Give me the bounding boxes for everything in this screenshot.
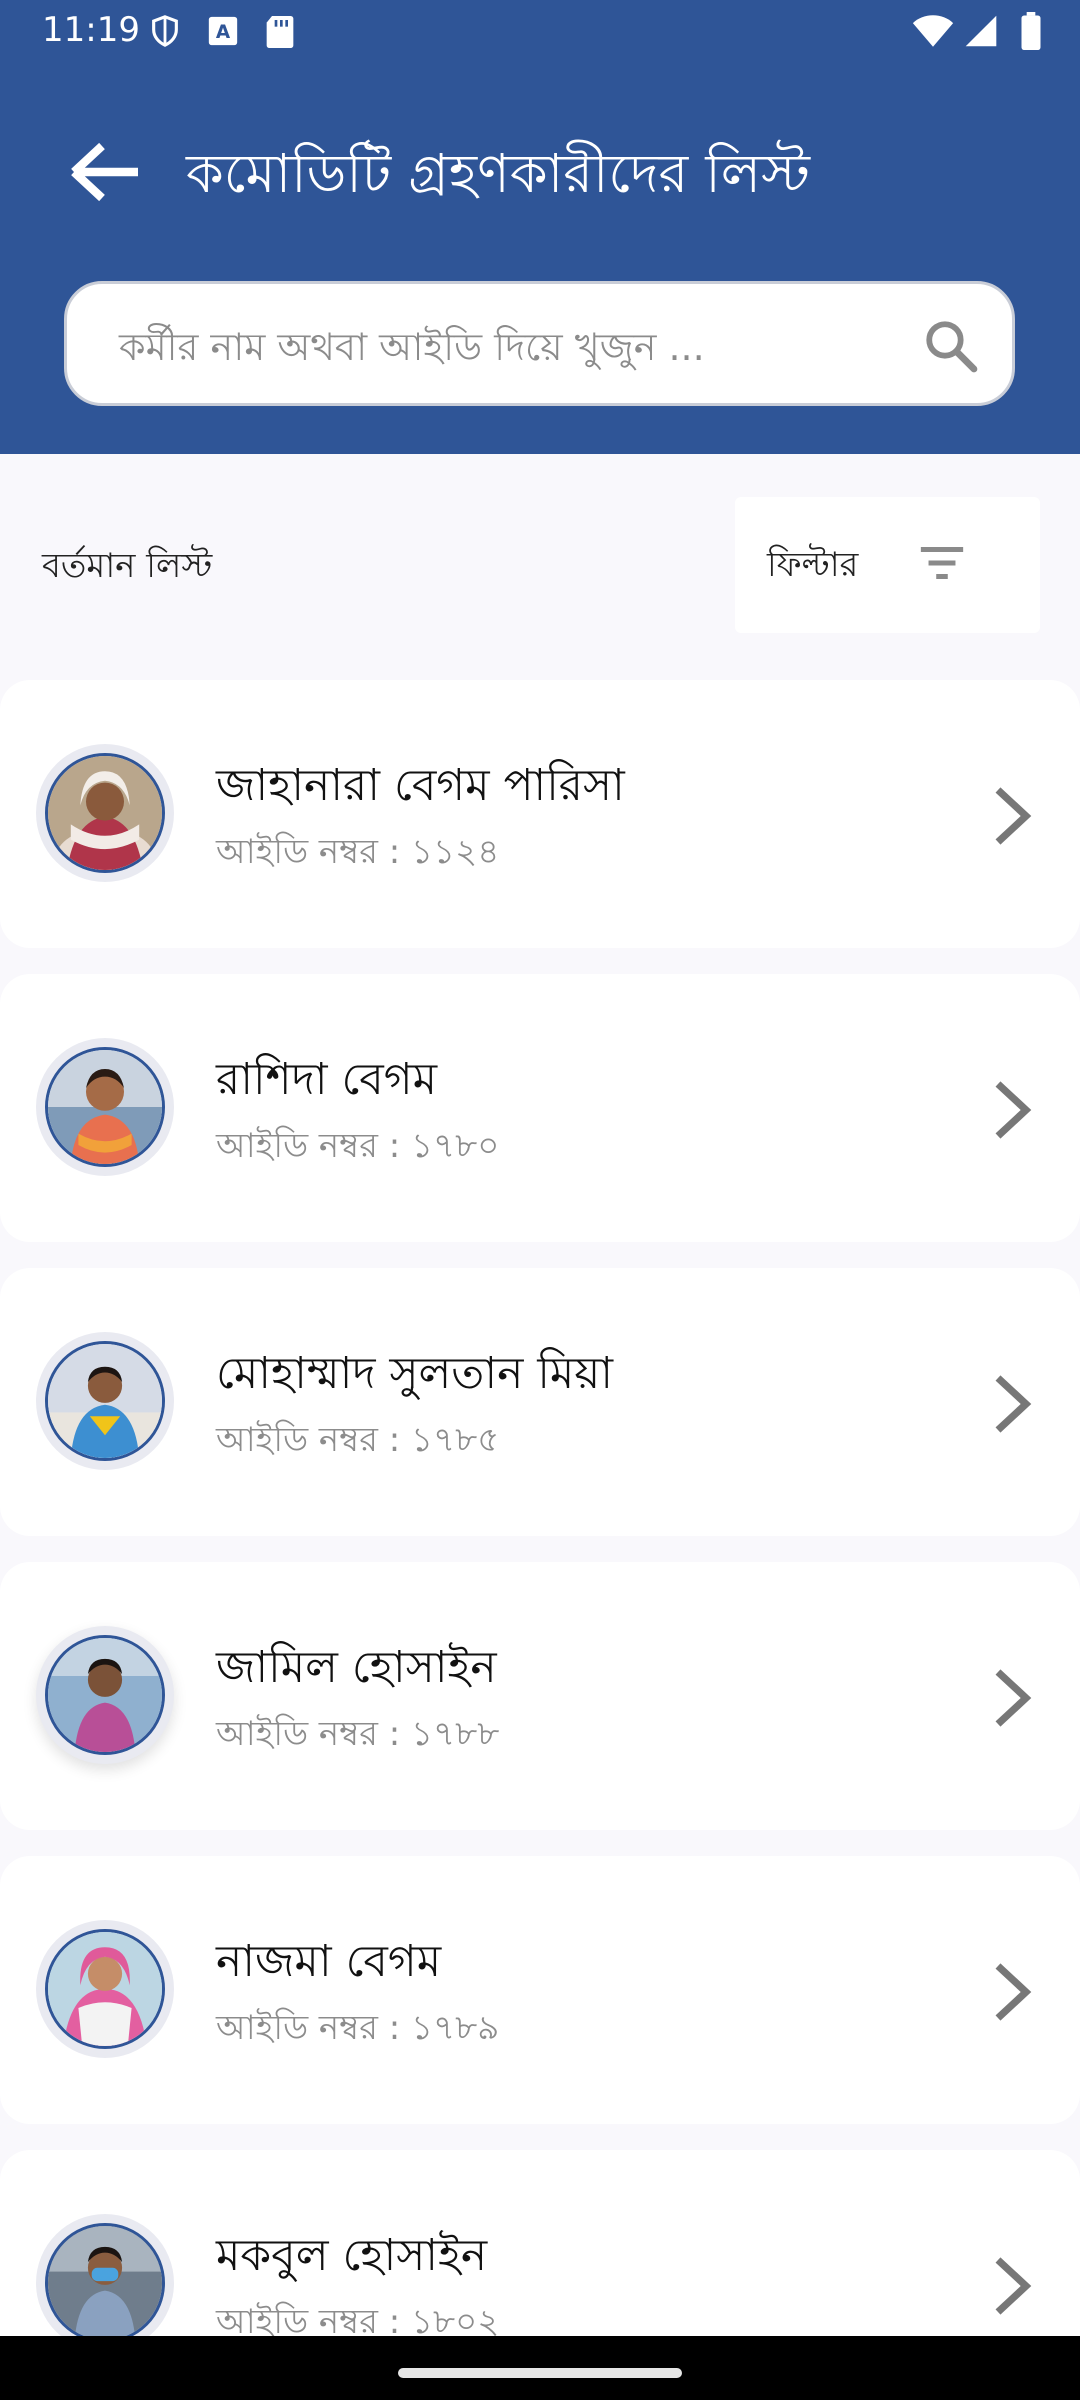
list-item[interactable]: জামিল হোসাইন আইডি নম্বর : ১৭৮৮ xyxy=(0,1562,1080,1830)
worker-name: মোহাম্মাদ সুলতান মিয়া xyxy=(216,1348,614,1399)
worker-id: আইডি নম্বর : ১১২৪ xyxy=(216,832,500,872)
worker-photo-6 xyxy=(48,2226,162,2340)
worker-photo-5 xyxy=(48,1932,162,2046)
chevron-right-icon[interactable] xyxy=(990,2256,1034,2316)
worker-name: মকবুল হোসাইন xyxy=(216,2230,488,2281)
avatar-frame xyxy=(36,744,174,882)
wifi-icon xyxy=(912,15,954,47)
back-arrow-icon[interactable] xyxy=(66,140,146,204)
chevron-right-icon[interactable] xyxy=(990,1080,1034,1140)
avatar xyxy=(45,2223,165,2343)
avatar xyxy=(45,753,165,873)
list-item[interactable]: মোহাম্মাদ সুলতান মিয়া আইডি নম্বর : ১৭৮৫ xyxy=(0,1268,1080,1536)
avatar xyxy=(45,1341,165,1461)
filter-button[interactable]: ফিল্টার xyxy=(735,497,1040,633)
worker-id: আইডি নম্বর : ১৭৮৫ xyxy=(216,1420,500,1460)
chevron-right-icon[interactable] xyxy=(990,1668,1034,1728)
keyboard-a-icon: A xyxy=(208,16,238,46)
current-list-label: বর্তমান লিস্ট xyxy=(42,546,213,586)
svg-text:A: A xyxy=(216,22,231,43)
worker-photo-4 xyxy=(48,1638,162,1752)
status-time: 11:19 xyxy=(42,10,140,50)
filter-icon xyxy=(920,547,964,579)
avatar-frame xyxy=(36,1920,174,2058)
chevron-right-icon[interactable] xyxy=(990,1962,1034,2022)
worker-name: জাহানারা বেগম পারিসা xyxy=(216,760,625,811)
avatar xyxy=(45,1047,165,1167)
worker-photo-1 xyxy=(48,756,162,870)
app-header: 11:19 A কমোডিটি গ্রহণকারীদের লিস্ট কর্মী… xyxy=(0,0,1080,454)
worker-name: জামিল হোসাইন xyxy=(216,1642,497,1693)
worker-photo-2 xyxy=(48,1050,162,1164)
battery-icon xyxy=(1021,12,1041,50)
avatar xyxy=(45,1635,165,1755)
worker-name: নাজমা বেগম xyxy=(216,1936,442,1987)
signal-icon xyxy=(965,15,997,47)
shield-icon xyxy=(152,15,178,47)
avatar-frame xyxy=(36,1626,174,1764)
chevron-right-icon[interactable] xyxy=(990,1374,1034,1434)
search-placeholder: কর্মীর নাম অথবা আইডি দিয়ে খুজুন ... xyxy=(119,325,705,369)
avatar-frame xyxy=(36,2214,174,2352)
page-title: কমোডিটি গ্রহণকারীদের লিস্ট xyxy=(186,142,811,205)
worker-id: আইডি নম্বর : ১৭৮৮ xyxy=(216,1714,500,1754)
list-item[interactable]: রাশিদা বেগম আইডি নম্বর : ১৭৮০ xyxy=(0,974,1080,1242)
worker-photo-3 xyxy=(48,1344,162,1458)
home-gesture-handle[interactable] xyxy=(398,2368,682,2378)
worker-name: রাশিদা বেগম xyxy=(216,1054,438,1105)
chevron-right-icon[interactable] xyxy=(990,786,1034,846)
status-bar: 11:19 A xyxy=(0,0,1080,62)
filter-label: ফিল্টার xyxy=(767,545,859,585)
list-item[interactable]: জাহানারা বেগম পারিসা আইডি নম্বর : ১১২৪ xyxy=(0,680,1080,948)
system-nav-bar xyxy=(0,2336,1080,2400)
list-item[interactable]: নাজমা বেগম আইডি নম্বর : ১৭৮৯ xyxy=(0,1856,1080,2124)
avatar-frame xyxy=(36,1038,174,1176)
sd-card-icon xyxy=(266,16,294,48)
avatar-frame xyxy=(36,1332,174,1470)
avatar xyxy=(45,1929,165,2049)
worker-id: আইডি নম্বর : ১৭৮০ xyxy=(216,1126,500,1166)
search-input[interactable]: কর্মীর নাম অথবা আইডি দিয়ে খুজুন ... xyxy=(64,281,1015,406)
search-icon[interactable] xyxy=(922,317,980,375)
worker-id: আইডি নম্বর : ১৭৮৯ xyxy=(216,2008,500,2048)
